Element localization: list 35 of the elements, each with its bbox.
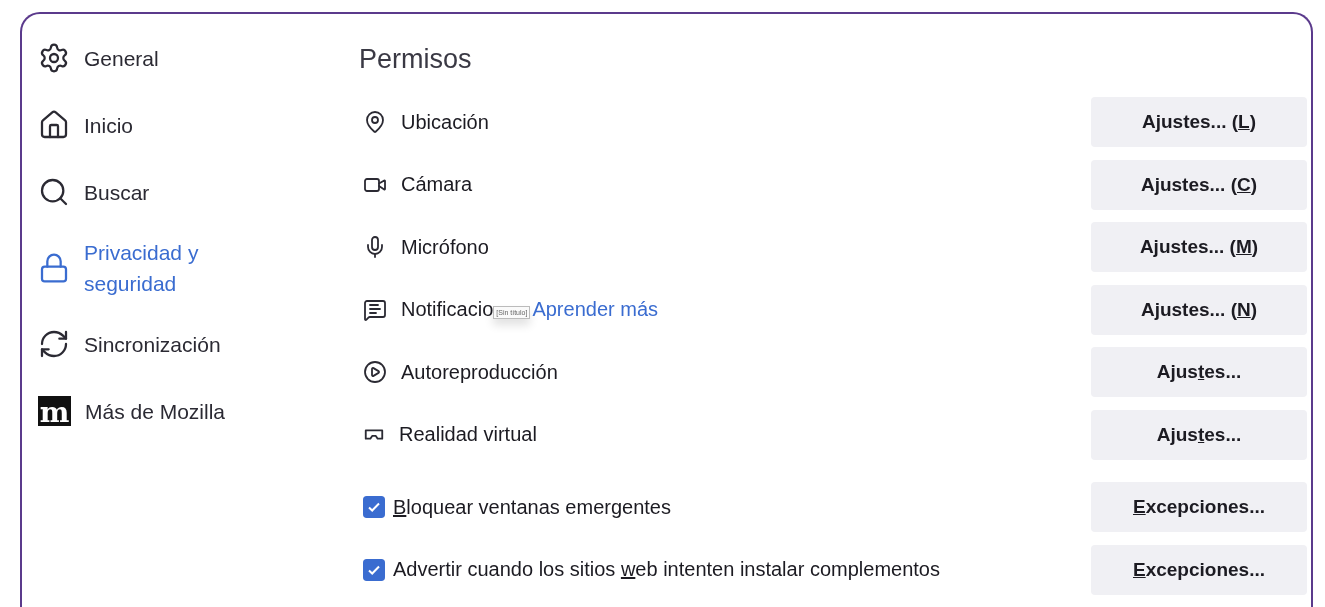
settings-button[interactable]: Ajustes... (L): [1091, 97, 1307, 147]
sidebar-item[interactable]: Privacidad y seguridad: [38, 237, 359, 299]
permission-label: Ubicación: [401, 110, 489, 134]
settings-button[interactable]: Ajustes... (C): [1091, 159, 1307, 210]
settings-button[interactable]: Ajustes...: [1091, 409, 1307, 460]
sidebar-item[interactable]: Buscar: [38, 170, 359, 214]
settings-button[interactable]: Ajustes...: [1091, 347, 1307, 397]
sidebar-item[interactable]: Inicio: [38, 103, 359, 147]
section-title: Permisos: [359, 44, 473, 75]
learn-more-link[interactable]: Aprender más: [532, 298, 659, 321]
checkbox[interactable]: [363, 558, 385, 581]
home-icon: [38, 109, 70, 141]
permission-label: Notificacio: [401, 298, 494, 321]
play-circle-icon: [363, 360, 387, 384]
sidebar-item[interactable]: m Más de Mozilla: [38, 389, 359, 433]
checkbox[interactable]: [363, 496, 385, 518]
settings-button[interactable]: Ajustes... (N): [1091, 284, 1307, 335]
permission-label: Realidad virtual: [399, 423, 537, 446]
search-icon: [38, 176, 70, 208]
gear-icon: [38, 42, 70, 74]
message-icon: [363, 297, 387, 322]
permission-label: Cámara: [401, 173, 473, 196]
permission-label: Autoreproducción: [401, 360, 558, 384]
settings-button[interactable]: Ajustes... (M): [1091, 222, 1307, 272]
exceptions-button[interactable]: Excepciones...: [1091, 482, 1307, 532]
checkbox-label: Advertir cuando los sitios web intenten instalar complementos: [393, 558, 940, 581]
sidebar-item[interactable]: Sincronización: [38, 322, 359, 366]
sidebar-item[interactable]: General: [38, 36, 359, 80]
permission-label: Micrófono: [401, 235, 489, 259]
exceptions-button[interactable]: Excepciones...: [1091, 544, 1307, 595]
checkbox-label: Bloquear ventanas emergentes: [393, 495, 671, 519]
mozilla-logo: m: [38, 396, 71, 426]
lock-icon: [38, 252, 70, 284]
location-pin-icon: [363, 110, 387, 134]
sync-icon: [38, 328, 70, 360]
